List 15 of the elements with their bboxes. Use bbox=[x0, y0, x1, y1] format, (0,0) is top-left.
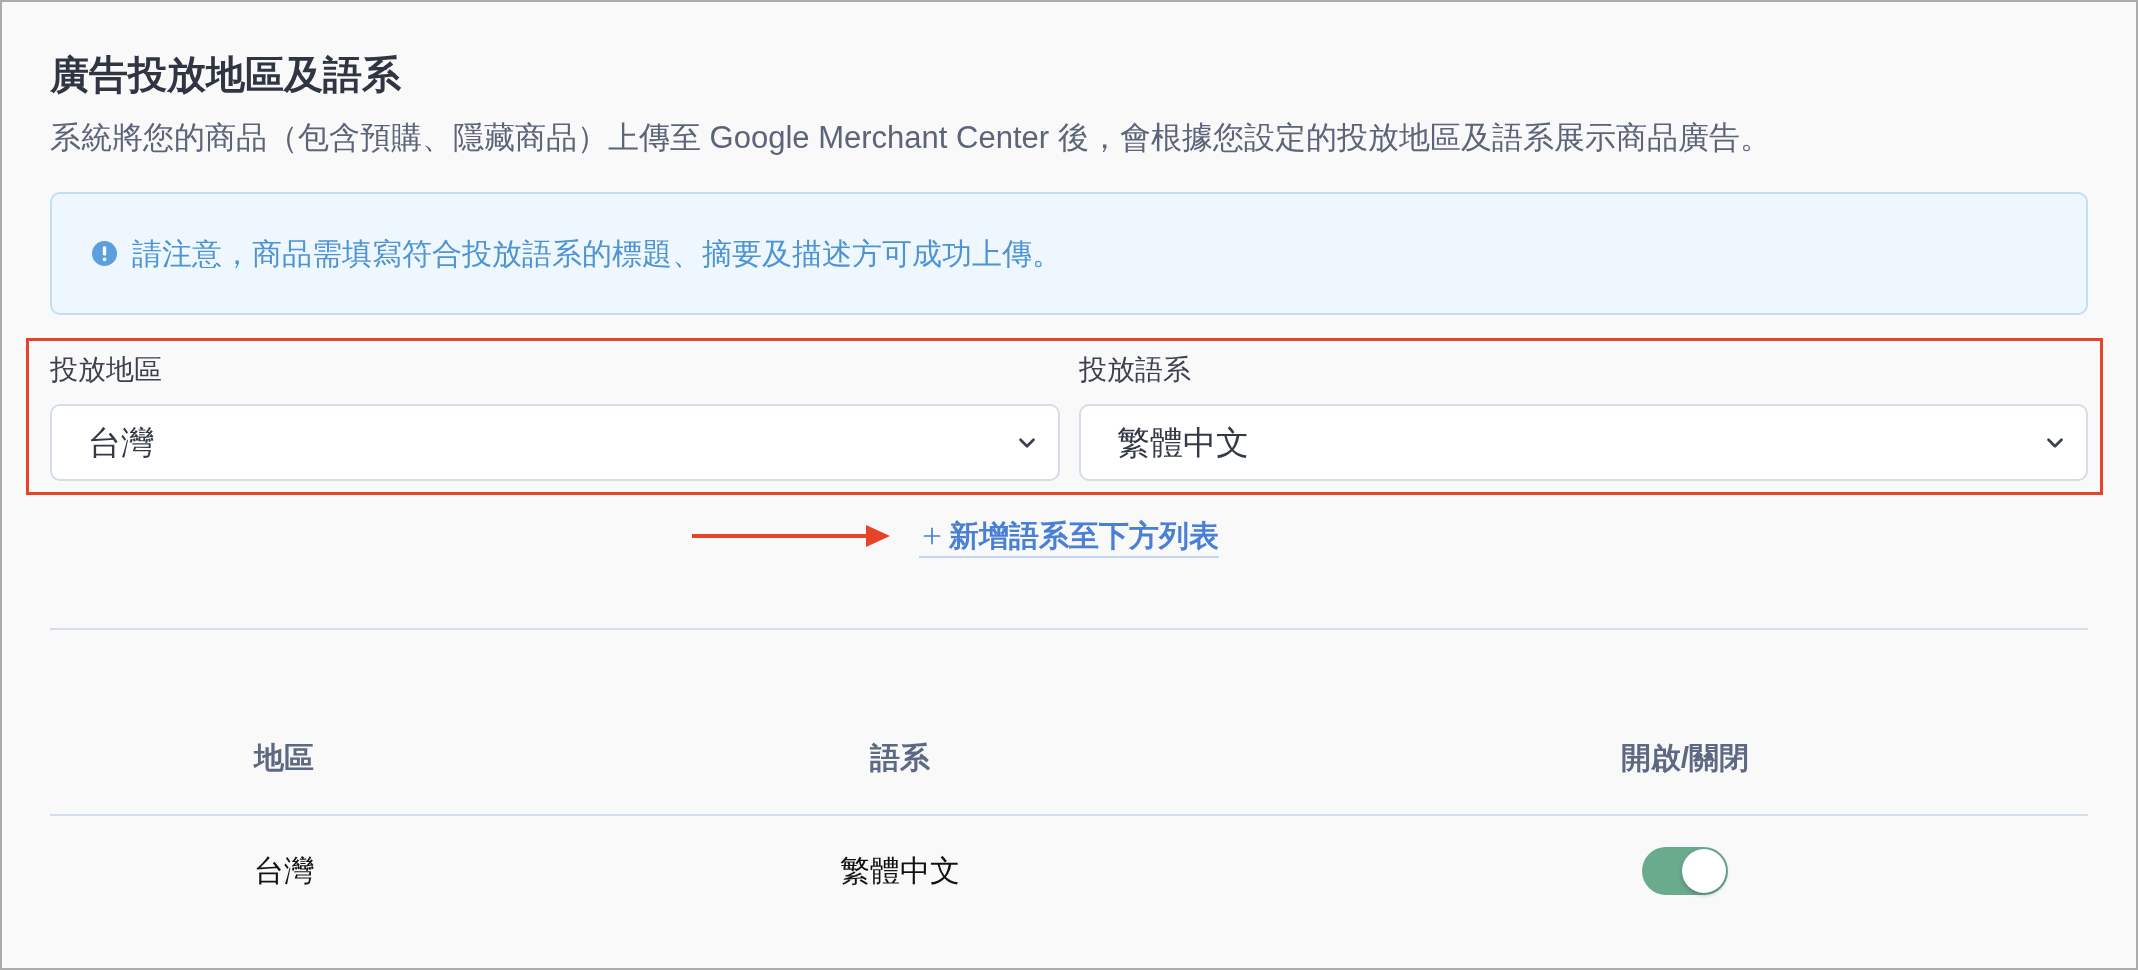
field-label: 投放地區 bbox=[50, 353, 162, 387]
field-label: 投放語系 bbox=[1078, 353, 1191, 387]
table-cell-text: 台灣 bbox=[254, 853, 314, 889]
column-header: 語系 bbox=[870, 740, 930, 776]
notice-text: 請注意，商品需填寫符合投放語系的標題、摘要及描述方可成功上傳。 bbox=[132, 235, 1062, 272]
dropdown-select[interactable]: 台灣 bbox=[50, 404, 1060, 481]
section-title: 廣告投放地區及語系 bbox=[50, 52, 401, 98]
add-language-link[interactable]: 新增語系至下方列表 bbox=[919, 516, 1219, 558]
section-description: 系統將您的商品（包含預購、隱藏商品）上傳至 Google Merchant Center 後，會根據您設定的投放地區及語系展示商品廣告。 bbox=[50, 119, 1771, 157]
dropdown-select[interactable]: 繁體中文 bbox=[1078, 404, 2088, 481]
toggle-switch[interactable] bbox=[1642, 847, 1728, 895]
table-cell-text: 繁體中文 bbox=[840, 853, 960, 889]
alert-icon bbox=[92, 241, 117, 266]
column-header: 地區 bbox=[254, 740, 314, 776]
column-header: 開啟/關閉 bbox=[1620, 740, 1750, 776]
